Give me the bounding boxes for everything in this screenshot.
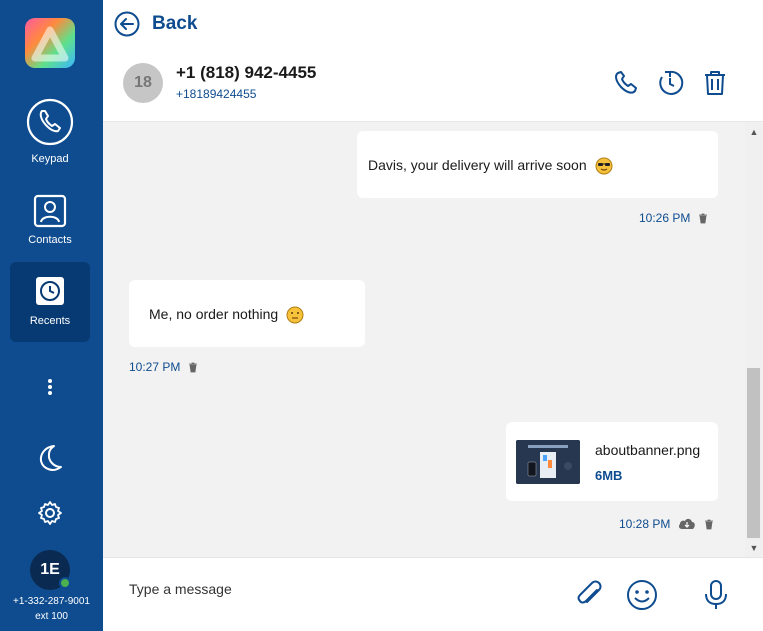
message-list[interactable]: Davis, your delivery will arrive soon 10… — [103, 123, 745, 557]
app-logo — [25, 18, 75, 68]
user-number: +1-332-287-9001 — [12, 596, 90, 607]
message-input[interactable] — [129, 574, 549, 604]
incoming-message-bubble: Me, no order nothing — [129, 280, 365, 347]
contact-icon — [33, 194, 67, 228]
history-icon[interactable] — [656, 69, 684, 97]
emoji-icon[interactable] — [625, 578, 659, 612]
scroll-down-arrow-icon[interactable]: ▼ — [749, 543, 759, 553]
message-meta: 10:26 PM — [639, 211, 708, 225]
attach-icon[interactable] — [573, 578, 607, 612]
microphone-icon[interactable] — [699, 578, 733, 612]
message-meta: 10:28 PM — [619, 517, 714, 531]
neutral-face-emoji-icon — [286, 306, 304, 324]
user-extension: ext 100 — [35, 611, 68, 622]
clock-icon — [36, 277, 64, 305]
message-time: 10:28 PM — [619, 517, 671, 531]
delete-icon[interactable] — [704, 519, 714, 530]
sidebar-item-label: Contacts — [28, 234, 72, 246]
more-icon[interactable] — [46, 378, 54, 396]
message-text: Davis, your delivery will arrive soon — [368, 157, 613, 175]
message-time: 10:26 PM — [639, 211, 691, 225]
scroll-up-arrow-icon[interactable]: ▲ — [749, 127, 759, 137]
message-meta: 10:27 PM — [129, 360, 198, 374]
file-name: aboutbanner.png — [595, 442, 701, 458]
sidebar-item-label: Keypad — [31, 153, 69, 165]
gear-icon[interactable] — [37, 500, 63, 526]
sidebar: Keypad Contacts Recents 1E +1-332-287-90… — [0, 0, 103, 631]
file-message-bubble[interactable]: aboutbanner.png 6MB — [506, 422, 718, 501]
back-button[interactable]: Back — [114, 11, 197, 37]
delete-icon[interactable] — [188, 362, 198, 373]
back-label: Back — [152, 13, 198, 34]
composer — [103, 557, 763, 631]
message-time: 10:27 PM — [129, 360, 181, 374]
phone-icon — [26, 98, 74, 146]
presence-indicator — [59, 577, 71, 589]
trash-icon[interactable] — [701, 69, 729, 97]
file-thumbnail[interactable] — [516, 440, 580, 484]
contact-number: +18189424455 — [176, 87, 257, 101]
sidebar-item-label: Recents — [29, 315, 71, 327]
sidebar-item-contacts[interactable]: Contacts — [10, 182, 90, 262]
conversation-header: 18 +1 (818) 942-4455 +18189424455 — [103, 48, 763, 122]
top-bar: Back — [103, 0, 763, 48]
message-text: Me, no order nothing — [149, 306, 304, 324]
sidebar-item-recents[interactable]: Recents — [10, 262, 90, 342]
back-arrow-icon — [114, 11, 140, 37]
call-icon[interactable] — [612, 69, 640, 97]
file-size: 6MB — [595, 468, 623, 483]
contact-avatar: 18 — [123, 63, 163, 103]
delete-icon[interactable] — [698, 213, 708, 224]
scrollbar[interactable]: ▲ ▼ — [745, 123, 763, 557]
contact-title: +1 (818) 942-4455 — [176, 63, 317, 82]
scroll-thumb[interactable] — [747, 368, 760, 538]
sidebar-item-keypad[interactable]: Keypad — [10, 92, 90, 172]
moon-icon[interactable] — [34, 442, 66, 474]
sunglasses-emoji-icon — [595, 157, 613, 175]
cloud-download-icon[interactable] — [678, 518, 696, 530]
outgoing-message-bubble: Davis, your delivery will arrive soon — [357, 131, 718, 198]
